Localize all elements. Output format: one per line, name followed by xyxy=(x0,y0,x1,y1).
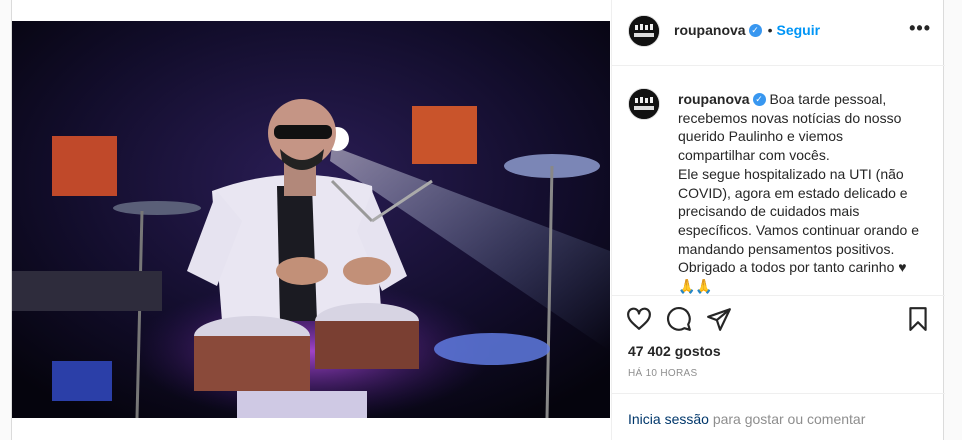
caption-line: Boa tarde pessoal, xyxy=(769,91,887,107)
more-options-icon[interactable]: ••• xyxy=(909,18,931,39)
caption-username[interactable]: roupanova xyxy=(678,91,750,107)
caption-text: roupanova ✓ Boa tarde pessoal, recebemos … xyxy=(678,90,928,296)
username-link[interactable]: roupanova xyxy=(674,22,746,38)
caption-line: querido Paulinho e viemos xyxy=(678,128,843,145)
caption-line: Ele segue hospitalizado na UTI (não xyxy=(678,165,904,182)
paper-plane-icon[interactable] xyxy=(706,306,732,332)
caption-line: mandando pensamentos positivos. xyxy=(678,240,895,257)
caption-line: compartilhar com vocês. xyxy=(678,147,830,164)
post-header: roupanova ✓ • Seguir ••• xyxy=(612,0,945,66)
post-sidebar: roupanova ✓ • Seguir ••• roupanova ✓ Boa tar… xyxy=(611,0,945,440)
login-link[interactable]: Inicia sessão xyxy=(628,411,709,427)
caption-block: roupanova ✓ Boa tarde pessoal, recebemos … xyxy=(612,66,945,296)
band-logo-icon xyxy=(629,89,659,119)
login-prompt-text: para gostar ou comentar xyxy=(708,411,866,427)
caption-line: precisando de cuidados mais xyxy=(678,203,860,220)
caption-line: específicos. Vamos continuar orando e xyxy=(678,221,919,238)
post-card: roupanova ✓ • Seguir ••• roupanova ✓ Boa tar… xyxy=(11,0,945,440)
heart-icon[interactable] xyxy=(626,306,652,332)
action-bar xyxy=(626,306,931,334)
header-name-row: roupanova ✓ • Seguir xyxy=(674,22,820,38)
comment-icon[interactable] xyxy=(666,306,692,332)
separator-dot: • xyxy=(767,22,773,38)
caption-line: COVID), agora em estado delicado e xyxy=(678,184,908,201)
caption-line: Obrigado a todos por tanto carinho ♥ xyxy=(678,259,907,276)
avatar[interactable] xyxy=(628,15,660,47)
band-logo-icon xyxy=(629,16,659,46)
bookmark-icon[interactable] xyxy=(905,306,931,332)
post-timestamp[interactable]: HÁ 10 HORAS xyxy=(628,368,697,379)
post-image[interactable] xyxy=(12,21,610,418)
verified-badge-icon: ✓ xyxy=(748,23,762,37)
follow-button[interactable]: Seguir xyxy=(776,22,820,38)
verified-badge-icon: ✓ xyxy=(752,92,766,106)
musician-photo xyxy=(12,21,610,418)
likes-count[interactable]: 47 402 gostos xyxy=(628,343,721,359)
login-prompt: Inicia sessão para gostar ou comentar xyxy=(612,393,945,440)
caption-line: recebemos novas notícias do nosso xyxy=(678,109,902,126)
caption-avatar[interactable] xyxy=(628,88,660,120)
caption-line: 🙏🙏 xyxy=(678,278,713,295)
